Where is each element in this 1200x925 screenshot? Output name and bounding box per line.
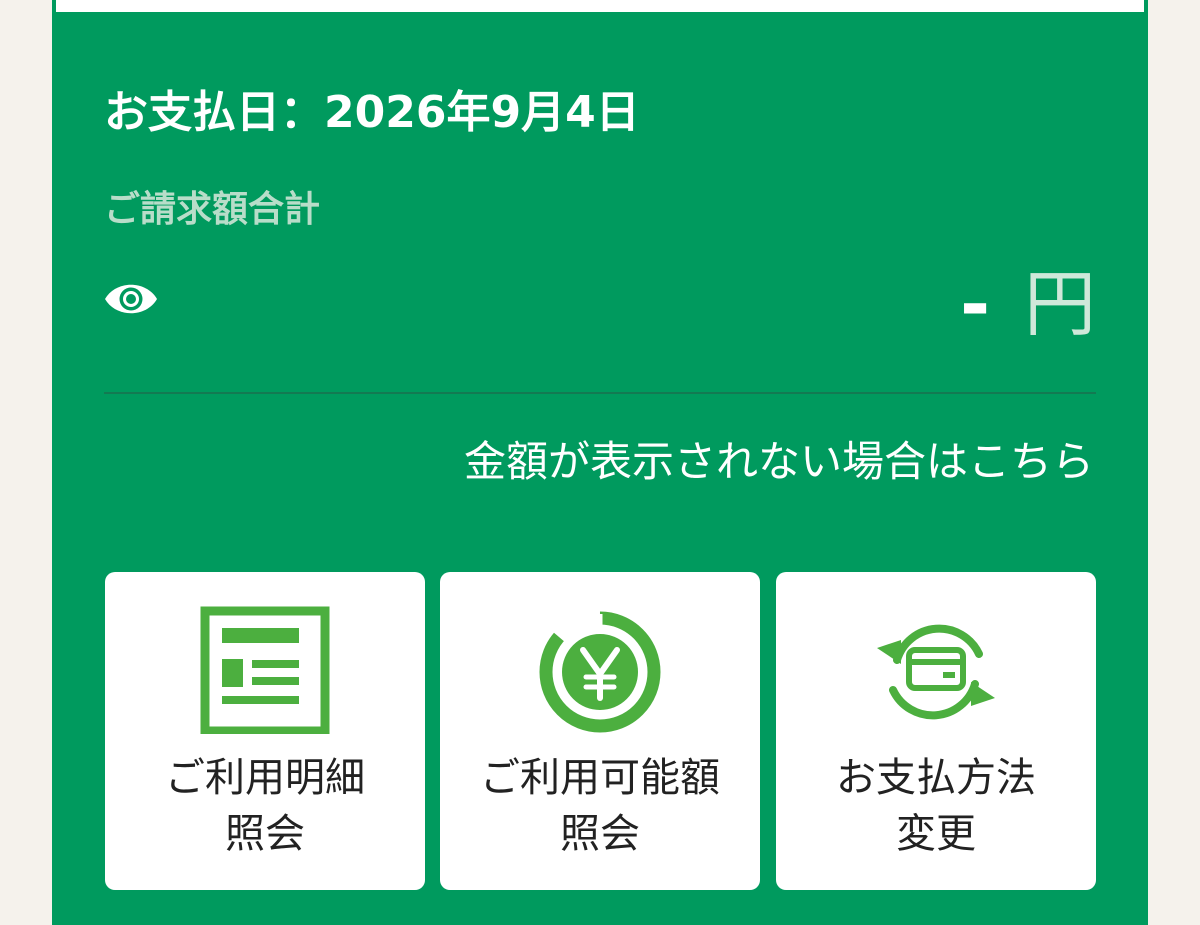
card-refresh-icon xyxy=(871,604,1001,734)
divider xyxy=(104,392,1096,394)
statement-icon xyxy=(200,604,330,736)
tile-label: お支払方法 変更 xyxy=(836,755,1036,857)
payment-method-button[interactable]: お支払方法 変更 xyxy=(776,572,1096,890)
payment-date: お支払日：2026年9月4日 xyxy=(104,87,640,138)
billing-total-label: ご請求額合計 xyxy=(104,189,321,230)
eye-icon[interactable] xyxy=(102,276,160,322)
available-amount-button[interactable]: ご利用可能額 照会 xyxy=(440,572,760,890)
amount-unit: 円 xyxy=(1023,262,1096,346)
tile-label: ご利用可能額 照会 xyxy=(480,755,720,857)
yen-circle-icon xyxy=(535,604,665,734)
top-card-edge xyxy=(56,0,1144,12)
billing-amount: -円 xyxy=(960,264,1096,344)
usage-statement-button[interactable]: ご利用明細 照会 xyxy=(105,572,425,890)
amount-help-link[interactable]: 金額が表示されない場合はこちら xyxy=(464,428,1094,489)
amount-value: - xyxy=(960,262,990,346)
tile-label: ご利用明細 照会 xyxy=(165,755,365,857)
